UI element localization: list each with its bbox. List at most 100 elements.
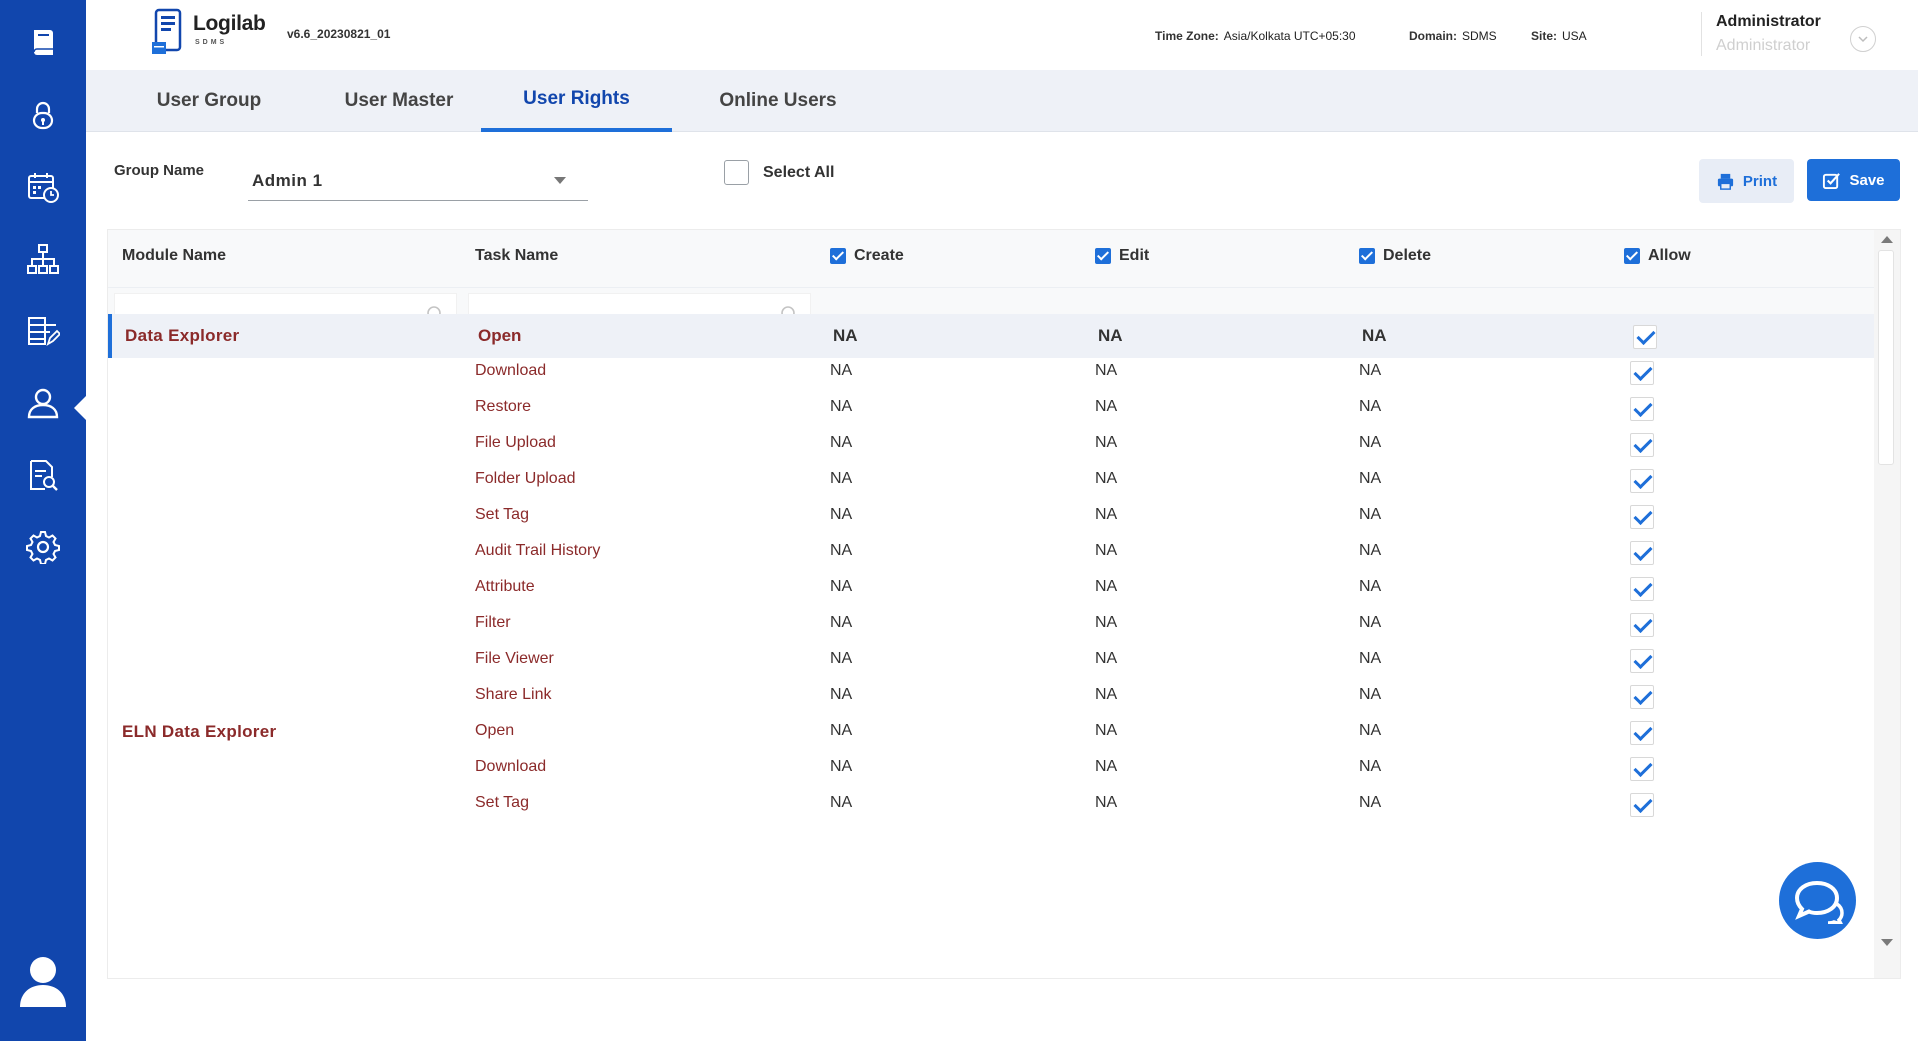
gear-icon[interactable] <box>22 526 64 568</box>
task-cell: Folder Upload <box>475 470 576 487</box>
delete-cell: NA <box>1359 398 1382 415</box>
create-cell: NA <box>830 506 853 523</box>
allow-checkbox[interactable] <box>1630 613 1654 637</box>
delete-cell: NA <box>1359 686 1382 703</box>
app-version: v6.6_20230821_01 <box>287 27 391 41</box>
server-edit-icon[interactable] <box>22 310 64 352</box>
col-delete: Delete <box>1359 247 1431 265</box>
scroll-up-arrow-icon[interactable] <box>1881 236 1893 243</box>
domain-value: SDMS <box>1462 29 1497 43</box>
print-label: Print <box>1742 172 1778 190</box>
task-cell: Restore <box>475 398 532 415</box>
task-cell: Download <box>475 758 547 775</box>
user-role: Administrator <box>1716 37 1811 54</box>
top-header: Logilab SDMS v6.6_20230821_01 Time Zone:… <box>86 0 1918 70</box>
timezone-info: Time Zone: Asia/Kolkata UTC+05:30 <box>1155 29 1356 43</box>
allow-checkbox[interactable] <box>1630 505 1654 529</box>
tab-user-group[interactable]: User Group <box>122 70 296 132</box>
create-cell: NA <box>830 542 853 559</box>
col-create: Create <box>830 247 904 265</box>
delete-cell: NA <box>1359 542 1382 559</box>
scroll-down-arrow-icon[interactable] <box>1881 939 1893 946</box>
edit-cell: NA <box>1095 506 1118 523</box>
create-cell: NA <box>830 758 853 775</box>
user-menu-button[interactable] <box>1850 26 1876 52</box>
dropdown-arrow-icon <box>554 177 566 184</box>
edit-cell: NA <box>1098 326 1123 345</box>
delete-cell: NA <box>1359 434 1382 451</box>
allow-checkbox[interactable] <box>1630 649 1654 673</box>
org-chart-icon[interactable] <box>22 238 64 280</box>
domain-label: Domain: <box>1409 29 1457 43</box>
user-icon[interactable] <box>22 382 64 424</box>
vertical-scrollbar[interactable] <box>1874 230 1900 978</box>
table-row[interactable]: Set Tag NA NA NA <box>108 782 1874 826</box>
group-name-select[interactable]: Admin 1 <box>248 163 588 201</box>
create-cell: NA <box>830 614 853 631</box>
allow-checkbox[interactable] <box>1630 577 1654 601</box>
col-task-name[interactable]: Task Name <box>475 247 558 265</box>
delete-cell: NA <box>1359 650 1382 667</box>
edit-cell: NA <box>1095 578 1118 595</box>
allow-checkbox[interactable] <box>1630 685 1654 709</box>
create-cell: NA <box>830 398 853 415</box>
edit-cell: NA <box>1095 398 1118 415</box>
task-cell: Audit Trail History <box>475 542 601 559</box>
allow-checkbox[interactable] <box>1630 793 1654 817</box>
col-allow: Allow <box>1624 247 1691 265</box>
book-icon[interactable] <box>22 22 64 64</box>
chat-bubbles-icon <box>1794 880 1844 924</box>
calendar-clock-icon[interactable] <box>22 166 64 208</box>
printer-icon <box>1717 173 1734 190</box>
delete-cell: NA <box>1359 362 1382 379</box>
allow-checkbox[interactable] <box>1630 757 1654 781</box>
tab-online-users[interactable]: Online Users <box>678 70 878 132</box>
task-cell: Download <box>475 362 547 379</box>
allow-checkbox[interactable] <box>1630 361 1654 385</box>
tab-user-master[interactable]: User Master <box>304 70 494 132</box>
allow-checkbox[interactable] <box>1633 325 1657 349</box>
allow-all-checkbox[interactable] <box>1624 248 1640 264</box>
edit-cell: NA <box>1095 794 1118 811</box>
allow-checkbox[interactable] <box>1630 397 1654 421</box>
delete-cell: NA <box>1359 506 1382 523</box>
create-label: Create <box>854 247 904 264</box>
allow-checkbox[interactable] <box>1630 469 1654 493</box>
create-cell: NA <box>830 650 853 667</box>
allow-checkbox[interactable] <box>1630 721 1654 745</box>
create-cell: NA <box>830 794 853 811</box>
print-button[interactable]: Print <box>1699 159 1794 203</box>
site-info: Site: USA <box>1531 29 1587 43</box>
allow-checkbox[interactable] <box>1630 433 1654 457</box>
task-cell: Share Link <box>475 686 552 703</box>
task-cell: Set Tag <box>475 506 529 523</box>
scrollbar-thumb[interactable] <box>1878 250 1894 465</box>
delete-cell: NA <box>1359 614 1382 631</box>
save-button[interactable]: Save <box>1807 159 1900 201</box>
header-divider <box>1701 12 1702 56</box>
edit-label: Edit <box>1119 247 1150 264</box>
edit-cell: NA <box>1095 542 1118 559</box>
select-all-checkbox[interactable] <box>724 160 749 185</box>
delete-cell: NA <box>1359 794 1382 811</box>
lock-icon[interactable] <box>22 94 64 136</box>
col-module-name[interactable]: Module Name <box>122 247 226 265</box>
delete-all-checkbox[interactable] <box>1359 248 1375 264</box>
create-cell: NA <box>830 686 853 703</box>
allow-checkbox[interactable] <box>1630 541 1654 565</box>
edit-cell: NA <box>1095 434 1118 451</box>
create-cell: NA <box>830 722 853 739</box>
document-search-icon[interactable] <box>22 454 64 496</box>
profile-avatar-icon[interactable] <box>18 955 68 1010</box>
create-all-checkbox[interactable] <box>830 248 846 264</box>
edit-all-checkbox[interactable] <box>1095 248 1111 264</box>
tab-user-rights[interactable]: User Rights <box>481 70 672 132</box>
chat-button[interactable] <box>1779 862 1856 939</box>
save-label: Save <box>1849 171 1885 189</box>
create-cell: NA <box>830 470 853 487</box>
edit-cell: NA <box>1095 362 1118 379</box>
domain-info: Domain: SDMS <box>1409 29 1497 43</box>
edit-cell: NA <box>1095 470 1118 487</box>
edit-cell: NA <box>1095 722 1118 739</box>
active-indicator <box>74 396 86 420</box>
